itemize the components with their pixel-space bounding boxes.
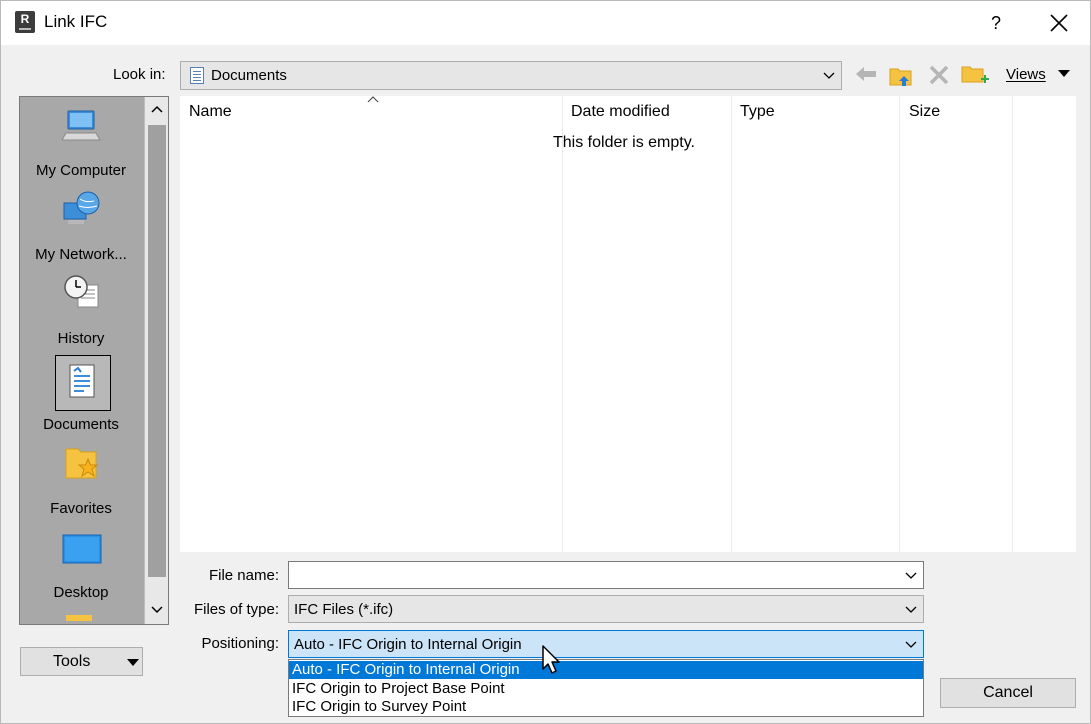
up-folder-button[interactable] bbox=[887, 61, 915, 89]
file-name-input[interactable] bbox=[288, 561, 924, 589]
place-label: Favorites bbox=[50, 500, 112, 517]
computer-icon bbox=[62, 110, 101, 141]
column-header-type[interactable]: Type bbox=[740, 96, 775, 126]
sort-ascending-icon bbox=[367, 96, 379, 103]
folder-up-icon bbox=[889, 68, 912, 86]
places-scrollbar[interactable] bbox=[144, 97, 168, 624]
cancel-button[interactable]: Cancel bbox=[940, 678, 1076, 708]
place-documents[interactable]: Documents bbox=[20, 355, 142, 435]
revit-app-icon: R bbox=[15, 11, 35, 33]
history-clock-icon bbox=[64, 275, 99, 308]
positioning-dropdown-list: Auto - IFC Origin to Internal Origin IFC… bbox=[288, 659, 924, 717]
chevron-down-icon bbox=[823, 72, 835, 79]
tools-label: Tools bbox=[53, 653, 91, 670]
close-icon bbox=[1050, 14, 1068, 32]
back-arrow-icon bbox=[856, 67, 876, 81]
dialog-title: Link IFC bbox=[44, 12, 108, 31]
positioning-select[interactable]: Auto - IFC Origin to Internal Origin bbox=[288, 630, 924, 658]
help-button[interactable]: ? bbox=[984, 9, 1008, 37]
place-label: My Computer bbox=[35, 162, 127, 179]
place-history[interactable]: History bbox=[20, 273, 142, 351]
scroll-thumb[interactable] bbox=[148, 125, 166, 577]
new-folder-icon bbox=[961, 66, 989, 83]
chevron-down-icon bbox=[905, 606, 917, 613]
chevron-down-icon[interactable] bbox=[903, 568, 919, 584]
files-of-type-label: Files of type: bbox=[193, 601, 279, 618]
folder-icon bbox=[66, 615, 92, 621]
document-folder-icon bbox=[190, 67, 204, 84]
tools-button[interactable]: Tools bbox=[20, 647, 143, 676]
views-menu-button[interactable]: Views bbox=[1006, 66, 1046, 83]
place-favorites[interactable]: Favorites bbox=[20, 443, 142, 521]
column-header-date-modified[interactable]: Date modified bbox=[571, 96, 670, 126]
column-separator bbox=[731, 96, 732, 552]
column-header-size[interactable]: Size bbox=[909, 96, 940, 126]
title-bar: R Link IFC ? bbox=[1, 1, 1090, 45]
positioning-option[interactable]: Auto - IFC Origin to Internal Origin bbox=[289, 661, 923, 679]
scroll-down-icon[interactable] bbox=[149, 602, 165, 618]
close-button[interactable] bbox=[1041, 7, 1075, 39]
files-of-type-value: IFC Files (*.ifc) bbox=[294, 601, 394, 618]
place-my-computer[interactable]: My Computer bbox=[20, 105, 142, 183]
column-separator bbox=[899, 96, 900, 552]
place-label: My Network... bbox=[35, 246, 127, 263]
place-desktop[interactable]: Desktop bbox=[20, 527, 142, 605]
column-separator bbox=[1012, 96, 1013, 552]
link-ifc-dialog: R Link IFC ? Look in: Documents Views My… bbox=[0, 0, 1091, 724]
place-label: Desktop bbox=[53, 584, 109, 601]
column-separator bbox=[562, 96, 563, 552]
delete-x-icon bbox=[929, 65, 949, 85]
empty-folder-message: This folder is empty. bbox=[553, 134, 695, 151]
scroll-up-icon[interactable] bbox=[149, 101, 165, 117]
file-name-label: File name: bbox=[208, 567, 279, 584]
back-button[interactable] bbox=[852, 61, 880, 89]
positioning-option[interactable]: IFC Origin to Survey Point bbox=[289, 698, 923, 716]
files-of-type-select[interactable]: IFC Files (*.ifc) bbox=[288, 595, 924, 623]
places-bar: My Computer My Network... History Docume… bbox=[19, 96, 169, 625]
look-in-value: Documents bbox=[211, 67, 287, 84]
mouse-cursor-icon bbox=[542, 645, 560, 674]
new-folder-button[interactable] bbox=[959, 61, 989, 89]
positioning-option[interactable]: IFC Origin to Project Base Point bbox=[289, 680, 923, 698]
tools-dropdown-arrow-icon bbox=[127, 659, 139, 666]
place-more[interactable] bbox=[20, 613, 142, 624]
place-my-network[interactable]: My Network... bbox=[20, 189, 142, 267]
network-globe-icon bbox=[63, 191, 100, 224]
documents-icon bbox=[69, 364, 95, 398]
column-header-name[interactable]: Name bbox=[189, 96, 232, 126]
views-dropdown-arrow-icon[interactable] bbox=[1058, 70, 1070, 77]
look-in-combo[interactable]: Documents bbox=[180, 61, 842, 90]
look-in-label: Look in: bbox=[113, 66, 166, 83]
positioning-label: Positioning: bbox=[201, 635, 279, 652]
positioning-value: Auto - IFC Origin to Internal Origin bbox=[294, 636, 522, 653]
favorites-folder-star-icon bbox=[65, 448, 99, 479]
chevron-down-icon bbox=[905, 641, 917, 648]
delete-button[interactable] bbox=[925, 61, 953, 89]
place-label: History bbox=[57, 330, 105, 347]
file-list[interactable]: Name Date modified Type Size This folder… bbox=[180, 96, 1076, 552]
desktop-icon bbox=[62, 534, 102, 564]
place-label: Documents bbox=[43, 416, 119, 433]
